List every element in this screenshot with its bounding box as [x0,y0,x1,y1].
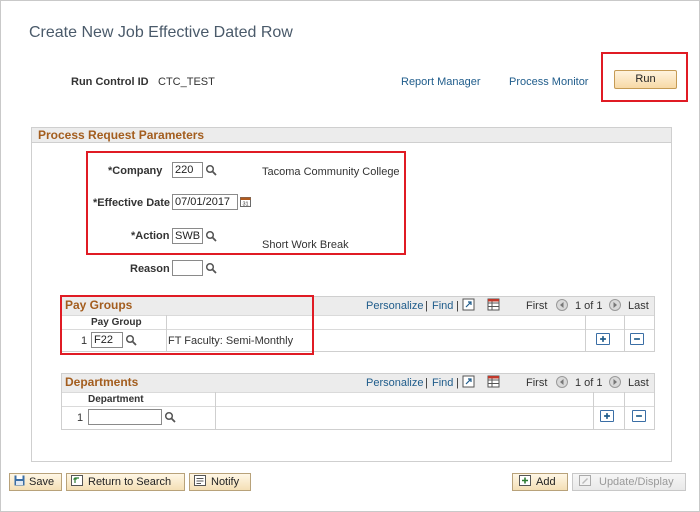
action-label: *Action [131,230,170,242]
add-label: Add [536,476,556,488]
departments-range: 1 of 1 [575,377,603,389]
process-monitor-link[interactable]: Process Monitor [509,76,588,88]
action-description: Short Work Break [262,239,349,251]
department-column-header: Department [88,394,144,405]
next-row-icon[interactable] [609,299,621,311]
report-manager-link[interactable]: Report Manager [401,76,481,88]
previous-row-icon[interactable] [556,376,568,388]
save-icon [14,475,25,486]
pay-groups-last[interactable]: Last [628,300,649,312]
departments-separator: | [425,377,428,389]
notify-label: Notify [211,476,240,488]
reason-lookup-icon[interactable] [205,262,217,274]
company-lookup-icon[interactable] [205,164,217,176]
run-control-label: Run Control ID [71,76,149,88]
svg-text:31: 31 [242,202,248,208]
add-button[interactable]: Add [512,473,568,491]
departments-last[interactable]: Last [628,377,649,389]
departments-personalize-link[interactable]: Personalize [366,377,423,389]
save-label: Save [29,476,55,488]
add-row-plus-icon[interactable] [600,410,614,422]
pay-groups-range: 1 of 1 [575,300,603,312]
previous-row-icon[interactable] [556,299,568,311]
company-label: *Company [108,165,163,177]
pay-groups-separator: | [425,300,428,312]
download-grid-icon[interactable] [487,375,500,388]
effective-date-input[interactable] [172,194,238,210]
run-control-value: CTC_TEST [158,76,215,88]
return-icon [71,475,83,486]
return-to-search-button[interactable]: Return to Search [66,473,185,491]
departments-find-link[interactable]: Find [432,377,453,389]
effective-date-label: *Effective Date [93,197,171,209]
departments-title: Departments [65,375,139,389]
process-request-title: Process Request Parameters [32,128,671,143]
company-description: Tacoma Community College [262,166,400,178]
reason-input[interactable] [172,260,203,276]
pay-groups-personalize-link[interactable]: Personalize [366,300,423,312]
add-icon [519,475,531,486]
highlight-pay-groups [60,295,314,355]
notify-button[interactable]: Notify [189,473,251,491]
run-button[interactable]: Run [614,70,677,89]
delete-row-minus-icon[interactable] [630,333,644,345]
departments-first[interactable]: First [526,377,547,389]
add-row-plus-icon[interactable] [596,333,610,345]
pay-groups-first[interactable]: First [526,300,547,312]
reason-label: Reason [130,263,170,275]
next-row-icon[interactable] [609,376,621,388]
delete-row-minus-icon[interactable] [632,410,646,422]
action-input[interactable] [172,228,203,244]
update-display-label: Update/Display [599,476,674,488]
notify-icon [194,475,206,486]
view-all-icon[interactable] [462,298,475,311]
download-grid-icon[interactable] [487,298,500,311]
department-lookup-icon[interactable] [164,411,176,423]
pay-groups-find-link[interactable]: Find [432,300,453,312]
departments-separator-2: | [456,377,459,389]
update-display-icon [579,475,591,486]
page-title: Create New Job Effective Dated Row [29,24,293,41]
action-lookup-icon[interactable] [205,230,217,242]
view-all-icon[interactable] [462,375,475,388]
save-button[interactable]: Save [9,473,62,491]
pay-groups-separator-2: | [456,300,459,312]
department-input[interactable] [88,409,162,425]
calendar-icon[interactable]: 31 [240,196,251,207]
update-display-button[interactable]: Update/Display [572,473,686,491]
return-to-search-label: Return to Search [88,476,172,488]
department-row-number: 1 [77,412,84,424]
company-input[interactable] [172,162,203,178]
